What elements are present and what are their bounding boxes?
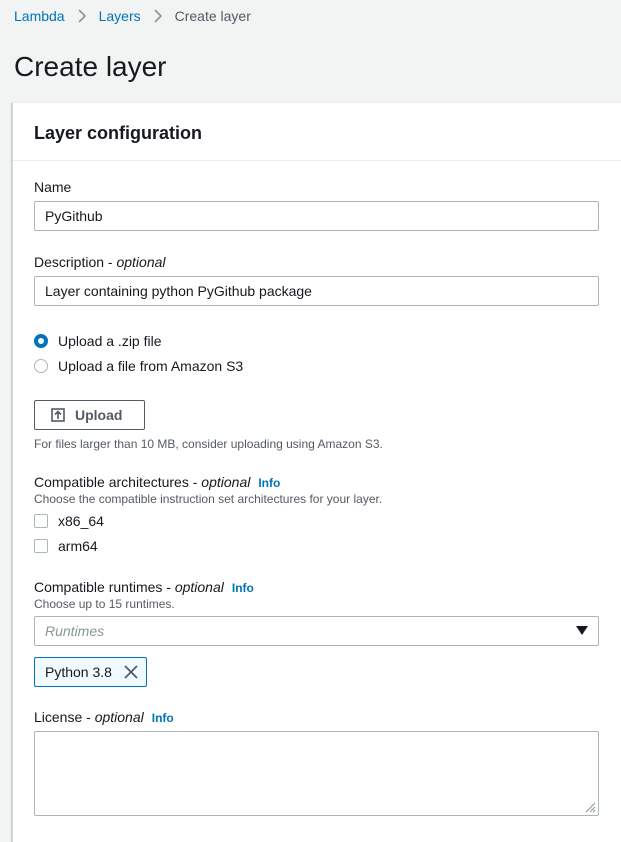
description-input[interactable]: Layer containing python PyGithub package — [34, 276, 599, 306]
checkbox-x86-64[interactable]: x86_64 — [34, 512, 104, 530]
license-label-text: License - — [34, 709, 95, 725]
radio-upload-zip[interactable]: Upload a .zip file — [34, 332, 162, 350]
checkbox-label: x86_64 — [58, 513, 104, 529]
radio-label: Upload a .zip file — [58, 333, 162, 349]
breadcrumb-link-lambda[interactable]: Lambda — [14, 7, 65, 25]
runtimes-description: Choose up to 15 runtimes. — [34, 597, 175, 611]
optional-text: optional — [94, 709, 144, 725]
checkbox[interactable] — [34, 539, 48, 553]
name-label: Name — [34, 179, 72, 195]
upload-button[interactable]: Upload — [34, 400, 145, 430]
license-label: License - optional Info — [34, 708, 174, 727]
name-input[interactable]: PyGithub — [34, 201, 599, 231]
radio-button-checked[interactable] — [34, 334, 48, 348]
layer-configuration-panel: Layer configuration Name PyGithub Descri… — [12, 102, 621, 842]
breadcrumb-link-layers[interactable]: Layers — [99, 7, 141, 25]
description-label-text: Description - — [34, 254, 117, 270]
checkbox-label: arm64 — [58, 538, 98, 554]
upload-hint: For files larger than 10 MB, consider up… — [34, 437, 383, 451]
chevron-right-icon — [78, 9, 86, 23]
upload-icon — [51, 408, 65, 422]
close-icon[interactable] — [124, 665, 138, 679]
runtime-token-label: Python 3.8 — [45, 664, 112, 680]
radio-label: Upload a file from Amazon S3 — [58, 358, 244, 374]
runtimes-placeholder: Runtimes — [45, 623, 105, 639]
optional-text: optional — [174, 579, 224, 595]
page-title: Create layer — [14, 51, 167, 82]
breadcrumb: Lambda Layers Create layer — [14, 7, 251, 25]
architectures-info-link[interactable]: Info — [258, 476, 280, 490]
optional-text: optional — [201, 474, 251, 490]
resize-handle-icon[interactable] — [585, 802, 596, 813]
description-label: Description - optional — [34, 253, 166, 271]
radio-button[interactable] — [34, 359, 48, 373]
checkbox[interactable] — [34, 514, 48, 528]
checkbox-arm64[interactable]: arm64 — [34, 537, 98, 555]
radio-upload-s3[interactable]: Upload a file from Amazon S3 — [34, 357, 243, 375]
architectures-description: Choose the compatible instruction set ar… — [34, 492, 383, 506]
runtimes-label-text: Compatible runtimes - — [34, 579, 175, 595]
panel-title: Layer configuration — [34, 123, 203, 143]
upload-button-label: Upload — [75, 407, 123, 423]
license-textarea[interactable] — [34, 731, 599, 816]
panel-header: Layer configuration — [13, 103, 621, 161]
runtime-token: Python 3.8 — [34, 657, 147, 687]
license-info-link[interactable]: Info — [152, 711, 174, 725]
chevron-right-icon — [154, 9, 162, 23]
runtimes-select[interactable]: Runtimes — [34, 616, 599, 646]
runtimes-label: Compatible runtimes - optional Info — [34, 578, 254, 597]
caret-down-icon — [576, 626, 588, 635]
runtimes-info-link[interactable]: Info — [232, 581, 254, 595]
architectures-label-text: Compatible architectures - — [34, 474, 202, 490]
optional-text: optional — [116, 254, 166, 270]
breadcrumb-current: Create layer — [174, 8, 251, 24]
architectures-label: Compatible architectures - optional Info — [34, 473, 280, 492]
